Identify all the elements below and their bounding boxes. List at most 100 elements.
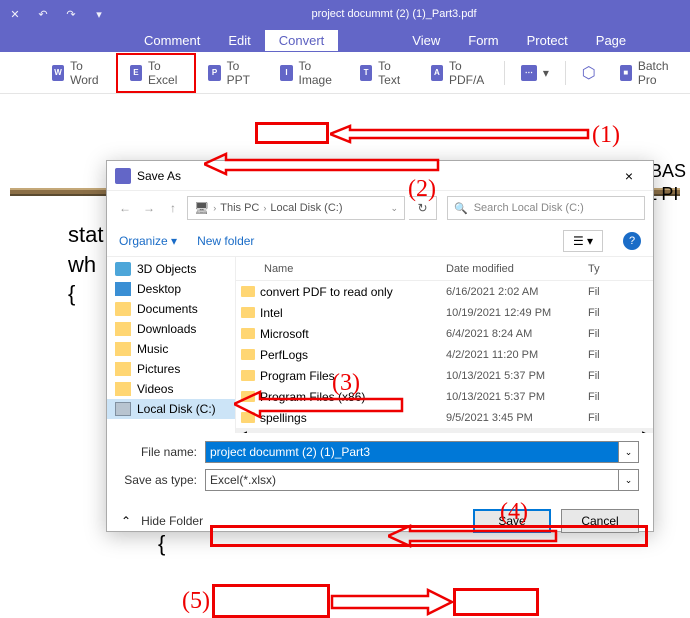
nav-back-button[interactable]: ← — [115, 198, 135, 218]
search-placeholder: Search Local Disk (C:) — [474, 202, 584, 214]
file-date: 10/19/2021 12:49 PM — [446, 307, 588, 319]
menu-view[interactable]: View — [398, 30, 454, 51]
to-text-label: To Text — [378, 59, 407, 87]
pdfa-icon: A — [431, 65, 443, 81]
annotation-number-1: (1) — [592, 122, 620, 149]
sidebar-local-disk[interactable]: Local Disk (C:) — [107, 399, 235, 419]
crumb-disk[interactable]: Local Disk (C:) — [270, 202, 342, 214]
column-type[interactable]: Ty — [588, 263, 653, 275]
sidebar-videos[interactable]: Videos — [107, 379, 235, 399]
sidebar-desktop[interactable]: Desktop — [107, 279, 235, 299]
new-folder-button[interactable]: New folder — [197, 234, 254, 248]
close-button[interactable]: × — [613, 168, 645, 184]
filename-dropdown[interactable]: ⌄ — [619, 441, 639, 463]
file-name: Intel — [260, 306, 446, 320]
sidebar-3d-objects[interactable]: 3D Objects — [107, 259, 235, 279]
file-type: Fil — [588, 286, 653, 298]
menu-edit[interactable]: Edit — [214, 30, 264, 51]
refresh-button[interactable]: ↻ — [409, 196, 437, 220]
view-options-button[interactable]: ☰ ▾ — [563, 230, 603, 252]
organize-button[interactable]: Organize ▾ — [119, 234, 177, 248]
breadcrumb[interactable]: 🖥 › This PC › Local Disk (C:) ⌄ — [187, 196, 405, 220]
nav-forward-button[interactable]: → — [139, 198, 159, 218]
to-pdfa-label: To PDF/A — [449, 59, 488, 87]
crumb-this-pc[interactable]: This PC — [220, 202, 259, 214]
toolbar-separator — [565, 61, 566, 85]
videos-icon — [115, 382, 131, 396]
help-button[interactable]: ? — [623, 232, 641, 250]
sidebar-music[interactable]: Music — [107, 339, 235, 359]
dialog-app-icon — [115, 168, 131, 184]
horizontal-scrollbar[interactable]: ◀▶ — [236, 428, 653, 433]
column-date[interactable]: Date modified — [446, 263, 588, 275]
to-image-label: To Image — [299, 59, 337, 87]
folder-icon — [241, 412, 255, 423]
to-word-label: To Word — [70, 59, 104, 87]
annotation-arrow-5 — [330, 588, 454, 616]
file-row[interactable]: Program Files (x86)10/13/2021 5:37 PMFil — [236, 386, 653, 407]
hex-button[interactable]: ⬡ — [570, 59, 608, 87]
file-type: Fil — [588, 328, 653, 340]
folder-icon — [241, 307, 255, 318]
chevron-up-icon: ⌃ — [121, 514, 131, 528]
folder-tree: 3D Objects Desktop Documents Downloads M… — [107, 257, 235, 433]
menu-protect[interactable]: Protect — [513, 30, 582, 51]
to-pdfa-button[interactable]: A To PDF/A — [419, 55, 500, 91]
nav-up-button[interactable]: ↑ — [163, 198, 183, 218]
to-text-button[interactable]: T To Text — [348, 55, 419, 91]
column-name[interactable]: Name — [236, 263, 446, 275]
file-row[interactable]: convert PDF to read only6/16/2021 2:02 A… — [236, 281, 653, 302]
file-type: Fil — [588, 349, 653, 361]
saveas-type-select[interactable]: Excel(*.xlsx) — [205, 469, 619, 491]
image-icon: I — [280, 65, 292, 81]
file-type: Fil — [588, 412, 653, 424]
hide-folders-button[interactable]: Hide Folder — [141, 514, 203, 528]
file-row[interactable]: Program Files10/13/2021 5:37 PMFil — [236, 365, 653, 386]
menu-form[interactable]: Form — [454, 30, 512, 51]
chevron-down-icon[interactable]: ⌄ — [390, 203, 398, 214]
search-icon: 🔍 — [454, 202, 468, 215]
file-row[interactable]: Intel10/19/2021 12:49 PMFil — [236, 302, 653, 323]
search-input[interactable]: 🔍 Search Local Disk (C:) — [447, 196, 645, 220]
batch-button[interactable]: ■ Batch Pro — [608, 55, 690, 91]
saveas-type-dropdown[interactable]: ⌄ — [619, 469, 639, 491]
file-name: Program Files — [260, 369, 446, 383]
menu-convert[interactable]: Convert — [265, 30, 339, 51]
to-excel-button[interactable]: E To Excel — [116, 53, 197, 93]
save-button[interactable]: Save — [473, 509, 551, 533]
filename-label: File name: — [121, 445, 205, 459]
file-row[interactable]: PerfLogs4/2/2021 11:20 PMFil — [236, 344, 653, 365]
file-name: convert PDF to read only — [260, 285, 446, 299]
more-button[interactable]: ⋯▾ — [509, 61, 561, 85]
documents-icon — [115, 302, 131, 316]
convert-toolbar: W To Word E To Excel P To PPT I To Image… — [0, 52, 690, 94]
dropdown-icon[interactable]: ▾ — [92, 7, 106, 21]
file-date: 4/2/2021 11:20 PM — [446, 349, 588, 361]
to-ppt-label: To PPT — [227, 59, 257, 87]
file-date: 10/13/2021 5:37 PM — [446, 370, 588, 382]
file-row[interactable]: spellings9/5/2021 3:45 PMFil — [236, 407, 653, 428]
disk-icon — [115, 402, 131, 416]
file-date: 9/5/2021 3:45 PM — [446, 412, 588, 424]
file-type: Fil — [588, 391, 653, 403]
chevron-right-icon: › — [213, 203, 216, 213]
file-row[interactable]: Microsoft6/4/2021 8:24 AMFil — [236, 323, 653, 344]
file-type: Fil — [588, 370, 653, 382]
pictures-icon — [115, 362, 131, 376]
to-ppt-button[interactable]: P To PPT — [196, 55, 268, 91]
filename-input[interactable]: project docummt (2) (1)_Part3 — [205, 441, 619, 463]
redo-icon[interactable]: ↷ — [64, 7, 78, 21]
menu-page[interactable]: Page — [582, 30, 640, 51]
app-menu-icon[interactable]: ✕ — [8, 7, 22, 21]
menu-comment[interactable]: Comment — [130, 30, 214, 51]
to-image-button[interactable]: I To Image — [268, 55, 348, 91]
undo-icon[interactable]: ↶ — [36, 7, 50, 21]
sidebar-downloads[interactable]: Downloads — [107, 319, 235, 339]
saveas-type-label: Save as type: — [121, 473, 205, 487]
to-word-button[interactable]: W To Word — [40, 55, 116, 91]
cancel-button[interactable]: Cancel — [561, 509, 639, 533]
sidebar-documents[interactable]: Documents — [107, 299, 235, 319]
excel-icon: E — [130, 65, 142, 81]
sidebar-pictures[interactable]: Pictures — [107, 359, 235, 379]
window-title: project docummt (2) (1)_Part3.pdf — [106, 8, 682, 20]
